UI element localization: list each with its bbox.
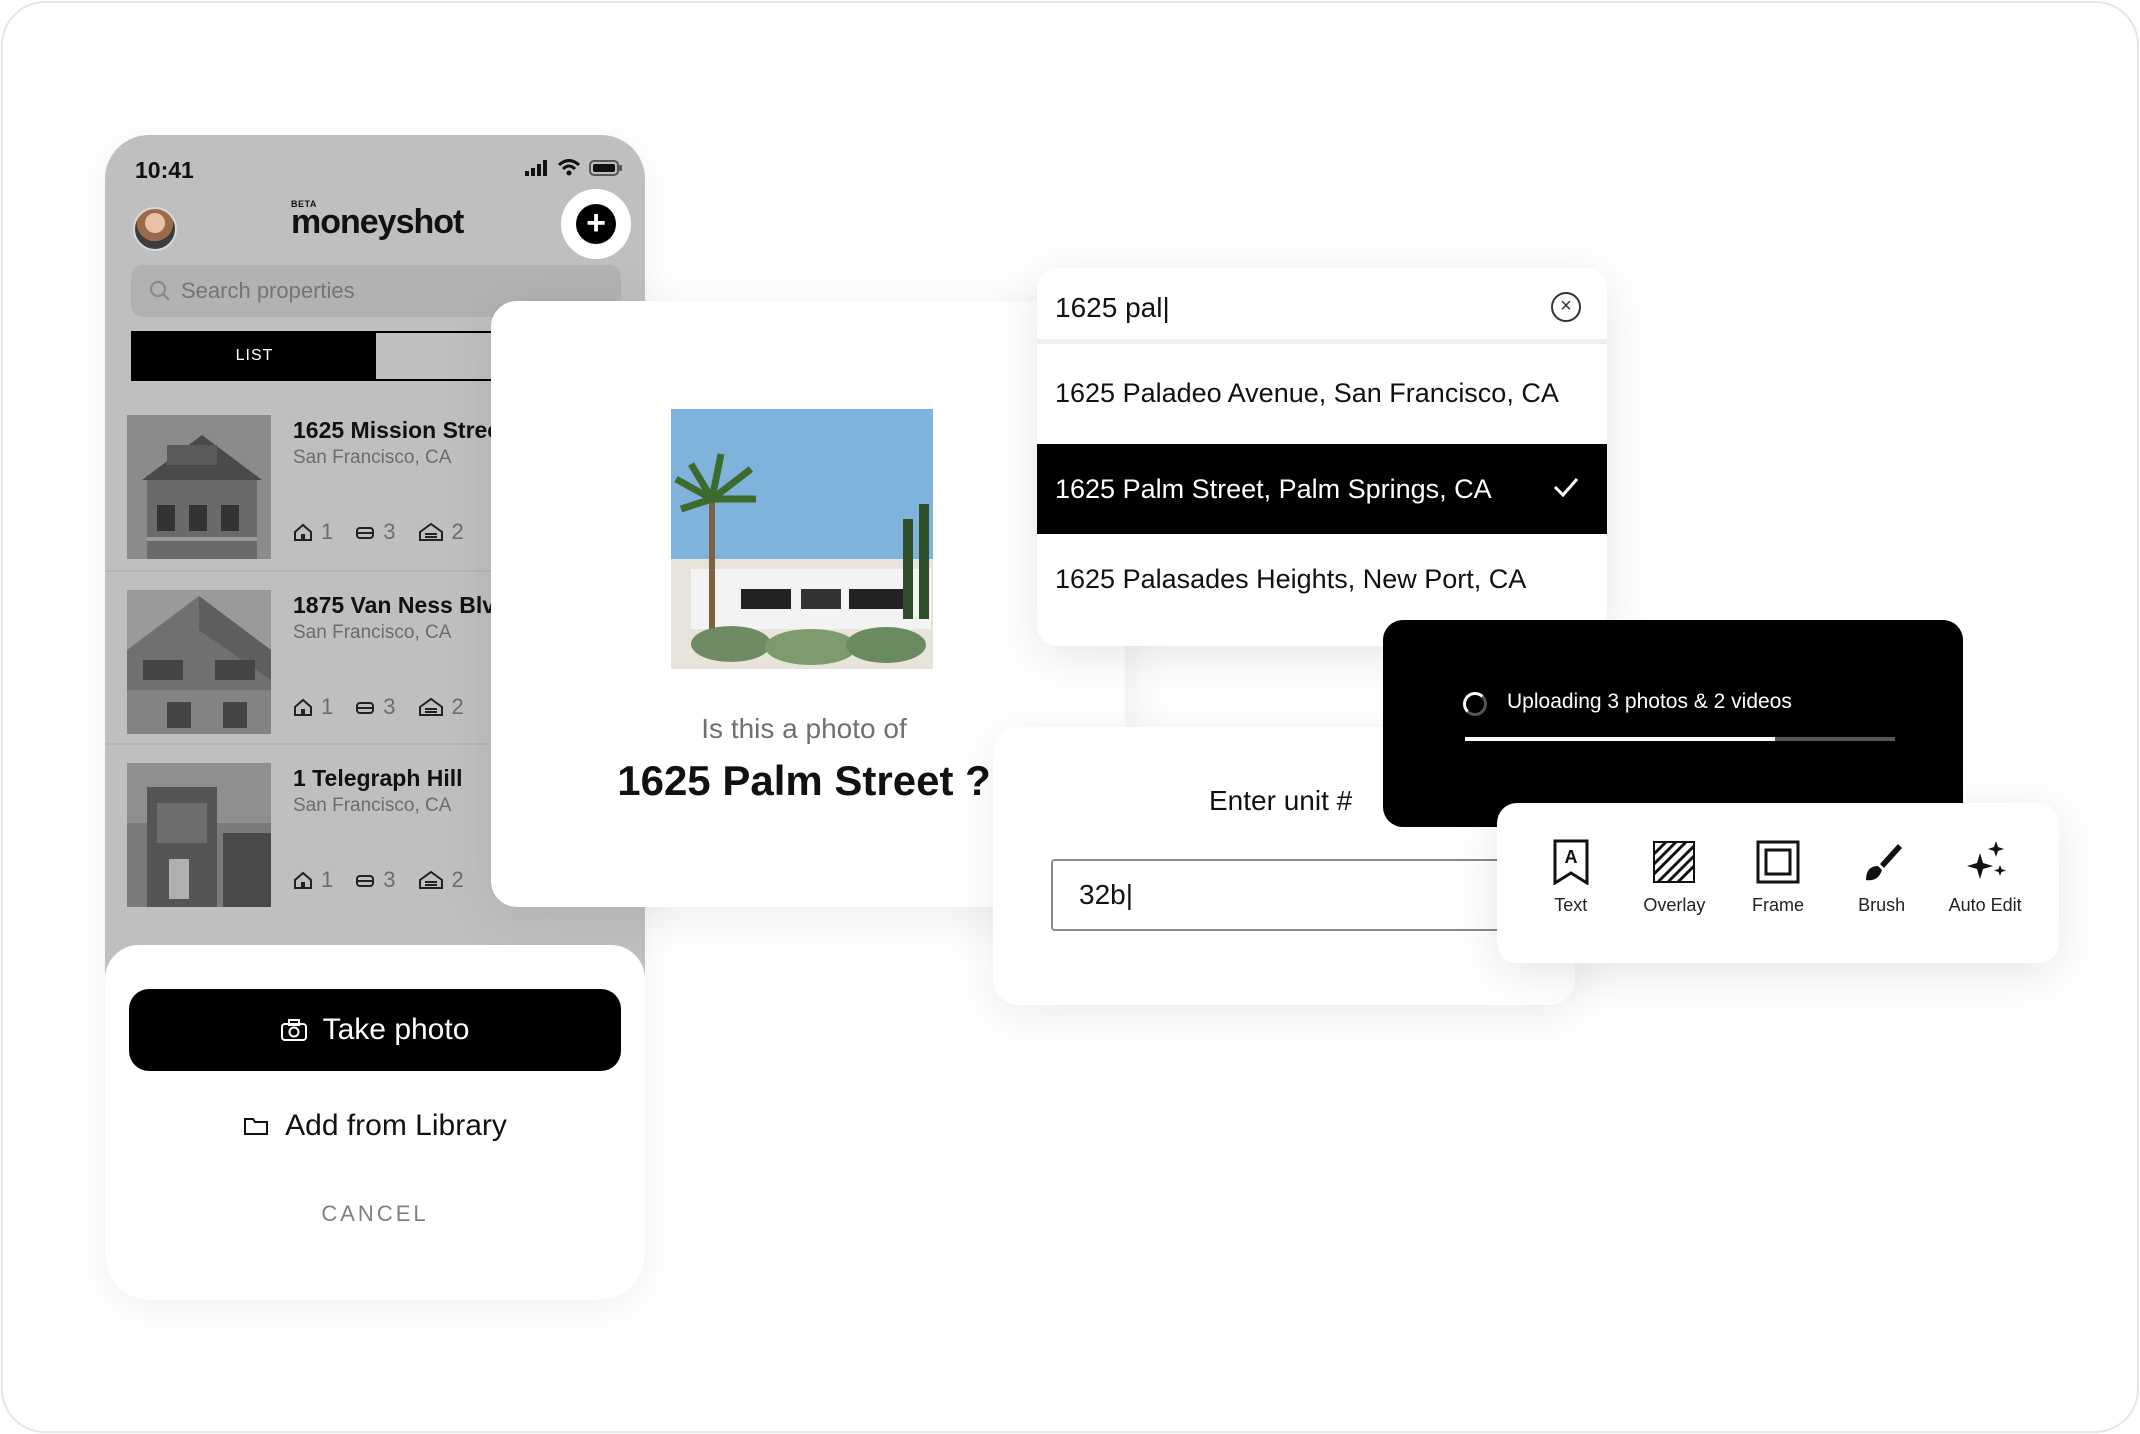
garage-icon xyxy=(418,522,443,541)
garage-icon xyxy=(418,870,443,889)
address-search-field[interactable]: 1625 pal| × xyxy=(1037,268,1607,344)
text-cursor: | xyxy=(1125,879,1133,910)
address-option-selected[interactable]: 1625 Palm Street, Palm Springs, CA xyxy=(1037,444,1607,534)
take-photo-label: Take photo xyxy=(322,1013,470,1046)
tool-text[interactable]: A Text xyxy=(1523,803,1619,963)
checkmark-icon xyxy=(1553,478,1579,498)
sparkles-icon xyxy=(1962,839,2008,885)
tool-overlay[interactable]: Overlay xyxy=(1626,803,1722,963)
home-icon xyxy=(294,698,312,716)
listing-stats: 1 3 2 xyxy=(293,694,464,720)
status-time: 10:41 xyxy=(135,157,194,183)
listing-stats: 1 3 2 xyxy=(293,519,464,545)
stat-garage-count: 2 xyxy=(451,694,464,719)
upload-status: Uploading 3 photos & 2 videos xyxy=(1507,690,1792,713)
address-search-query: 1625 pal| xyxy=(1055,292,1170,323)
edit-tools-bar: A Text Overlay Frame Brush Auto Edit xyxy=(1497,803,2059,963)
camera-icon xyxy=(280,1019,307,1041)
tab-list[interactable]: LIST xyxy=(133,333,376,379)
property-thumbnail xyxy=(127,415,271,559)
address-search-card: 1625 pal| × 1625 Paladeo Avenue, San Fra… xyxy=(1037,268,1607,646)
status-bar: 10:41 xyxy=(105,135,645,195)
search-icon xyxy=(149,280,170,301)
app-logo: moneyshot xyxy=(291,203,464,241)
listing-city: San Francisco, CA xyxy=(293,447,452,468)
status-icons xyxy=(525,159,623,177)
unit-input[interactable]: 32b| xyxy=(1051,859,1521,931)
canvas: 10:41 BETA moneyshot + LIST M xyxy=(1,1,2139,1433)
listing-city: San Francisco, CA xyxy=(293,795,452,816)
stat-home-count: 1 xyxy=(321,867,334,892)
clear-icon[interactable]: × xyxy=(1551,292,1581,322)
property-thumbnail xyxy=(127,763,271,907)
upload-progress-card: Uploading 3 photos & 2 videos xyxy=(1383,620,1963,827)
add-from-library-label: Add from Library xyxy=(285,1109,507,1142)
listing-title: 1875 Van Ness Blv xyxy=(293,592,496,618)
text-bookmark-icon: A xyxy=(1548,839,1594,885)
listing-city: San Francisco, CA xyxy=(293,622,452,643)
stat-sofa-count: 3 xyxy=(383,694,396,719)
action-sheet: Take photo Add from Library CANCEL xyxy=(105,945,645,1300)
add-from-library-button[interactable]: Add from Library xyxy=(105,1101,645,1151)
upload-progress-track xyxy=(1465,737,1895,741)
wifi-icon xyxy=(557,159,581,176)
stat-garage-count: 2 xyxy=(451,867,464,892)
property-photo xyxy=(671,409,933,669)
stat-home-count: 1 xyxy=(321,519,334,544)
tool-label: Auto Edit xyxy=(1948,895,2022,915)
plus-icon: + xyxy=(576,204,616,244)
folder-icon xyxy=(244,1118,269,1135)
take-photo-button[interactable]: Take photo xyxy=(129,989,621,1071)
stat-garage-count: 2 xyxy=(451,519,464,544)
sofa-icon xyxy=(356,527,375,539)
svg-text:A: A xyxy=(1564,847,1577,867)
upload-progress-fill xyxy=(1465,737,1775,741)
tool-auto-edit[interactable]: Auto Edit xyxy=(1937,803,2033,963)
stat-sofa-count: 3 xyxy=(383,519,396,544)
home-icon xyxy=(294,871,312,889)
address-option[interactable]: 1625 Paladeo Avenue, San Francisco, CA xyxy=(1037,348,1607,438)
overlay-hatch-icon xyxy=(1651,839,1697,885)
address-option-label: 1625 Palm Street, Palm Springs, CA xyxy=(1055,473,1492,504)
signal-icon xyxy=(525,160,547,176)
tool-label: Brush xyxy=(1858,895,1906,915)
unit-input-value: 32b xyxy=(1079,879,1126,910)
brush-icon xyxy=(1859,839,1905,885)
property-thumbnail xyxy=(127,590,271,734)
tool-brush[interactable]: Brush xyxy=(1834,803,1930,963)
stat-home-count: 1 xyxy=(321,694,334,719)
garage-icon xyxy=(418,697,443,716)
listing-title: 1625 Mission Stree xyxy=(293,417,501,443)
tool-label: Overlay xyxy=(1643,895,1706,915)
battery-icon xyxy=(589,160,622,176)
listing-title: 1 Telegraph Hill xyxy=(293,765,463,791)
listing-stats: 1 3 2 xyxy=(293,867,464,893)
address-option[interactable]: 1625 Palasades Heights, New Port, CA xyxy=(1037,534,1607,624)
app-header: BETA moneyshot + xyxy=(105,189,645,275)
tool-label: Frame xyxy=(1751,895,1804,915)
avatar[interactable] xyxy=(133,207,177,251)
stat-sofa-count: 3 xyxy=(383,867,396,892)
home-icon xyxy=(294,523,312,541)
sofa-icon xyxy=(356,875,375,887)
frame-icon xyxy=(1755,839,1801,885)
cancel-button[interactable]: CANCEL xyxy=(105,1201,645,1227)
unit-label: Enter unit # xyxy=(1209,785,1353,816)
add-property-button[interactable]: + xyxy=(561,189,631,259)
tool-frame[interactable]: Frame xyxy=(1730,803,1826,963)
spinner-icon xyxy=(1463,692,1487,716)
tool-label: Text xyxy=(1554,895,1588,915)
sofa-icon xyxy=(356,702,375,714)
